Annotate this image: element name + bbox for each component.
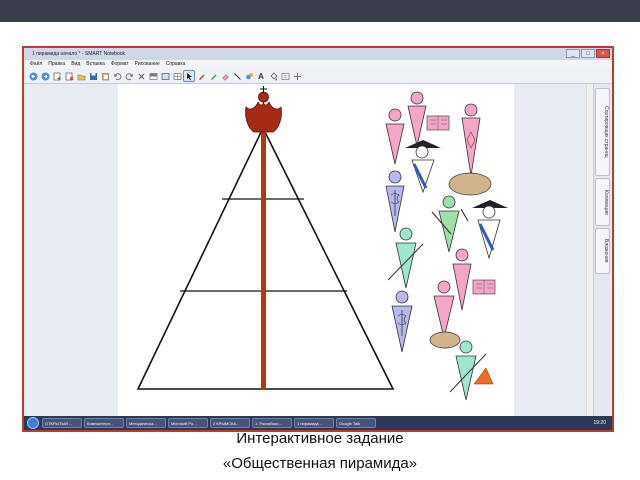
figure-blue-left[interactable]	[385, 170, 405, 233]
slide-top-bar	[0, 0, 640, 22]
add-page-icon[interactable]	[52, 71, 62, 81]
taskbar-item[interactable]: Методическа...	[126, 418, 166, 428]
pen-icon[interactable]	[196, 71, 206, 81]
delete-icon[interactable]	[136, 71, 146, 81]
toolbar: A	[24, 69, 612, 84]
select-icon[interactable]	[183, 70, 195, 82]
save-icon[interactable]	[88, 71, 98, 81]
figure-pink-left[interactable]	[385, 108, 405, 165]
shape-icon[interactable]	[244, 71, 254, 81]
tab-gallery[interactable]: Коллекция	[595, 178, 610, 226]
figure-pink-scholar[interactable]	[407, 91, 450, 147]
maximize-button[interactable]: □	[581, 49, 595, 58]
menu-help[interactable]: Справка	[166, 60, 186, 69]
menu-insert[interactable]: Вставка	[86, 60, 105, 69]
taskbar-item[interactable]: 2 КРЫМСКА...	[210, 418, 250, 428]
menu-edit[interactable]: Правка	[48, 60, 65, 69]
window-title: 1 пирамида начало * - SMART Notebook	[32, 51, 126, 57]
top-stripe	[380, 33, 638, 35]
minimize-button[interactable]: _	[566, 49, 580, 58]
whiteboard-canvas[interactable]	[118, 84, 514, 420]
figure-mint-bottom[interactable]	[449, 340, 494, 401]
caption-line-2: «Общественная пирамида»	[222, 455, 418, 472]
taskbar-item[interactable]: 1 пирамида ...	[294, 418, 334, 428]
pyramid-task-drawing	[136, 86, 508, 401]
forward-icon[interactable]	[40, 71, 50, 81]
figure-pink-tall[interactable]	[448, 103, 492, 196]
back-icon[interactable]	[28, 71, 38, 81]
delete-page-icon[interactable]	[64, 71, 74, 81]
screenshot-frame: 1 пирамида начало * - SMART Notebook _ □…	[22, 46, 614, 432]
menu-draw[interactable]: Рисование	[135, 60, 160, 69]
figure-mint[interactable]	[387, 227, 424, 289]
tab-page-sorter[interactable]: Сортировщик страниц	[595, 88, 610, 176]
open-icon[interactable]	[76, 71, 86, 81]
taskbar-item[interactable]: Google Talk	[336, 418, 376, 428]
creative-pen-icon[interactable]	[208, 71, 218, 81]
properties-icon[interactable]	[280, 71, 290, 81]
taskbar-item[interactable]: ОТКРЫТЫЙ ...	[42, 418, 82, 428]
taskbar-item[interactable]: Microsoft Po...	[168, 418, 208, 428]
line-icon[interactable]	[232, 71, 242, 81]
redo-icon[interactable]	[124, 71, 134, 81]
fullscreen-icon[interactable]	[160, 71, 170, 81]
figure-white-hat-right[interactable]	[472, 200, 508, 260]
scepter-pole[interactable]	[261, 126, 266, 390]
undo-icon[interactable]	[112, 71, 122, 81]
taskbar-item[interactable]: 1. Российско...	[252, 418, 292, 428]
move-toolbar-icon[interactable]	[292, 71, 302, 81]
text-icon[interactable]: A	[256, 71, 266, 81]
figure-white-hat[interactable]	[405, 140, 441, 194]
taskbar-item[interactable]: Компьютерн...	[84, 418, 124, 428]
table-icon[interactable]	[172, 71, 182, 81]
menu-bar: Файл Правка Вид Вставка Формат Рисование…	[24, 60, 612, 69]
fill-icon[interactable]	[268, 71, 278, 81]
caption-line-1: Интерактивное задание	[236, 430, 404, 447]
menu-format[interactable]: Формат	[111, 60, 129, 69]
paste-icon[interactable]	[100, 71, 110, 81]
menu-view[interactable]: Вид	[71, 60, 80, 69]
side-tabs-panel: Сортировщик страниц Коллекция Вложения	[593, 84, 610, 420]
figure-blue-bottom[interactable]	[391, 290, 413, 353]
eraser-icon[interactable]	[220, 71, 230, 81]
menu-file[interactable]: Файл	[30, 60, 42, 69]
screen-shade-icon[interactable]	[148, 71, 158, 81]
top-stripe	[380, 27, 638, 30]
vertical-scrollbar[interactable]	[586, 84, 593, 420]
crown-icon[interactable]	[245, 86, 282, 133]
figure-pink-bottom[interactable]	[429, 280, 461, 349]
close-button[interactable]: ×	[596, 49, 610, 58]
tab-attachments[interactable]: Вложения	[595, 228, 610, 274]
figure-green-tool[interactable]	[431, 195, 469, 253]
